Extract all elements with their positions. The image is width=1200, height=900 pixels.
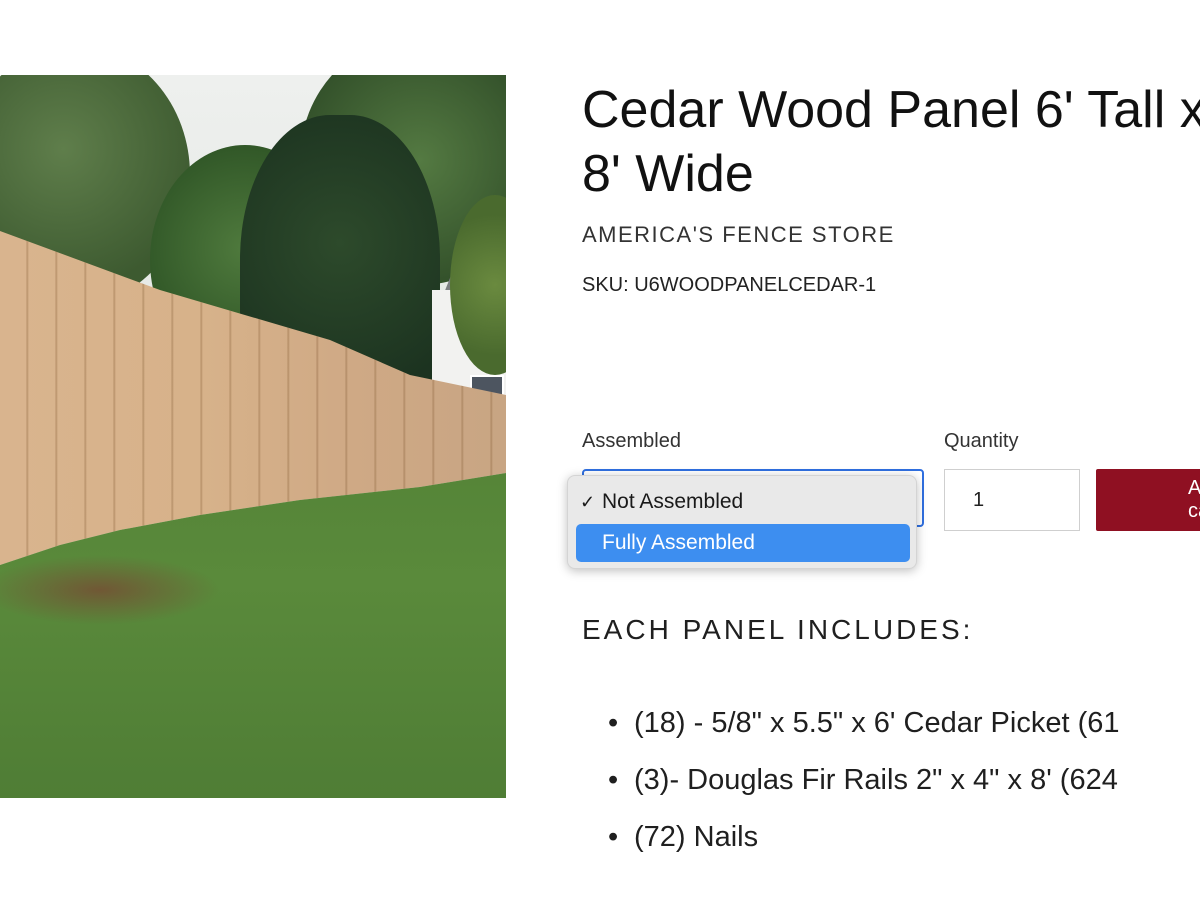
list-item-text: (72) Nails <box>634 821 759 853</box>
quantity-input[interactable] <box>944 469 1080 531</box>
dropdown-option-label: Fully Assembled <box>602 531 755 554</box>
bullet-icon: • <box>608 707 619 739</box>
add-to-cart-button[interactable]: Add to cart <box>1096 469 1200 531</box>
assembled-dropdown-menu: ✓ Not Assembled Fully Assembled <box>567 475 917 569</box>
includes-heading: EACH PANEL INCLUDES: <box>582 614 974 645</box>
quantity-label: Quantity <box>944 430 1019 452</box>
product-title: Cedar Wood Panel 6' Tall x 8' Wide <box>582 81 1200 203</box>
list-item: • (3)- Douglas Fir Rails 2" x 4" x 8' (6… <box>608 752 1120 809</box>
list-item-text: (18) - 5/8" x 5.5" x 6' Cedar Picket (61 <box>634 707 1120 739</box>
checkmark-icon: ✓ <box>580 492 596 512</box>
includes-list: • (18) - 5/8" x 5.5" x 6' Cedar Picket (… <box>608 695 1120 866</box>
product-page: Cedar Wood Panel 6' Tall x 8' Wide AMERI… <box>0 0 1200 900</box>
dropdown-option-not-assembled[interactable]: ✓ Not Assembled <box>576 483 910 521</box>
vendor-name[interactable]: AMERICA'S FENCE STORE <box>582 222 895 248</box>
dropdown-option-label: Not Assembled <box>602 490 744 513</box>
bullet-icon: • <box>608 821 619 853</box>
list-item-text: (3)- Douglas Fir Rails 2" x 4" x 8' (624 <box>634 764 1118 796</box>
bullet-icon: • <box>608 764 619 796</box>
product-image[interactable] <box>0 75 506 798</box>
dropdown-option-fully-assembled[interactable]: Fully Assembled <box>576 524 910 562</box>
list-item: • (18) - 5/8" x 5.5" x 6' Cedar Picket (… <box>608 695 1120 752</box>
assembled-label: Assembled <box>582 430 681 452</box>
list-item: • (72) Nails <box>608 809 1120 866</box>
product-sku: SKU: U6WOODPANELCEDAR-1 <box>582 274 877 296</box>
